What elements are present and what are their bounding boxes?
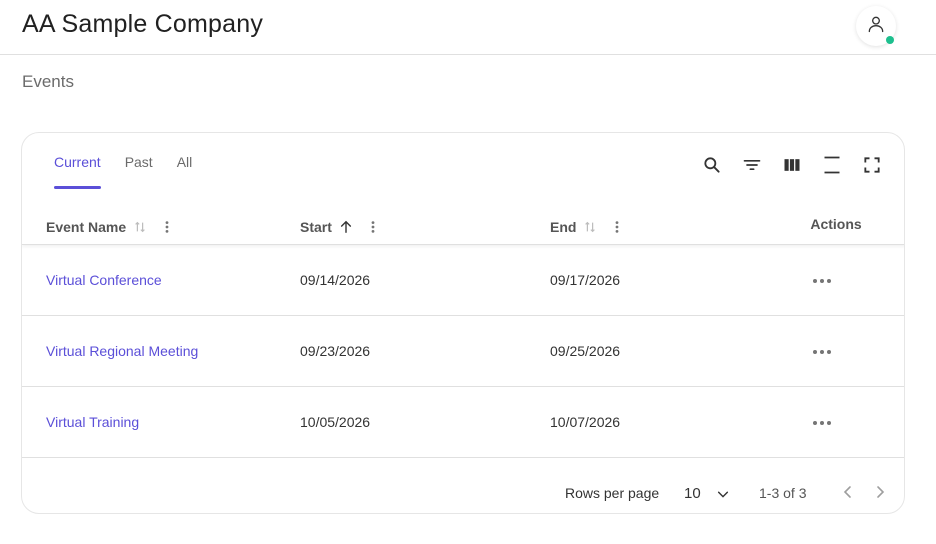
- column-header-actions: Actions: [810, 216, 862, 232]
- pagination-bar: Rows per page 10 1-3 of 3: [22, 469, 904, 513]
- search-icon[interactable]: [700, 153, 724, 177]
- column-label: Start: [300, 219, 332, 235]
- column-menu-icon[interactable]: [368, 219, 378, 235]
- more-actions-icon[interactable]: [802, 316, 842, 387]
- columns-icon[interactable]: [780, 153, 804, 177]
- events-table-card: Current Past All Event Name Start End Ac…: [21, 132, 905, 514]
- company-name: AA Sample Company: [22, 10, 264, 38]
- column-label: Event Name: [46, 219, 127, 235]
- start-date: 10/05/2026: [300, 414, 371, 430]
- tab-past[interactable]: Past: [125, 133, 153, 189]
- table-row: Virtual Regional Meeting 09/23/2026 09/2…: [22, 316, 904, 387]
- chevron-left-icon: [843, 486, 851, 498]
- previous-page-button[interactable]: [837, 481, 859, 503]
- end-date: 10/07/2026: [550, 414, 621, 430]
- column-menu-icon[interactable]: [162, 219, 172, 235]
- pagination-range: 1-3 of 3: [759, 485, 807, 501]
- next-page-button[interactable]: [869, 481, 891, 503]
- start-date: 09/14/2026: [300, 272, 371, 288]
- table-row: Virtual Training 10/05/2026 10/07/2026: [22, 387, 904, 458]
- rows-per-page-select[interactable]: 10: [684, 481, 734, 505]
- end-date: 09/25/2026: [550, 343, 621, 359]
- start-date: 09/23/2026: [300, 343, 371, 359]
- sort-ascending-icon[interactable]: [338, 219, 354, 235]
- column-label: End: [550, 219, 577, 235]
- page-title: Events: [22, 72, 74, 91]
- online-status-indicator: [886, 36, 894, 44]
- event-name-link[interactable]: Virtual Regional Meeting: [46, 316, 198, 387]
- column-header-end[interactable]: End: [550, 209, 622, 245]
- column-header-event-name[interactable]: Event Name: [46, 209, 172, 245]
- sort-icon[interactable]: [582, 219, 598, 235]
- event-name-link[interactable]: Virtual Conference: [46, 245, 162, 316]
- sort-icon[interactable]: [132, 219, 148, 235]
- tab-all[interactable]: All: [177, 133, 193, 189]
- event-name-link[interactable]: Virtual Training: [46, 387, 139, 458]
- chevron-right-icon: [877, 486, 885, 498]
- user-icon: [866, 14, 886, 39]
- table-row: Virtual Conference 09/14/2026 09/17/2026: [22, 245, 904, 316]
- top-bar: AA Sample Company: [0, 0, 936, 55]
- more-actions-icon[interactable]: [802, 245, 842, 316]
- event-tabs: Current Past All: [54, 133, 216, 189]
- density-icon[interactable]: [820, 153, 844, 177]
- table-toolbar: [684, 153, 884, 177]
- rows-per-page-value: 10: [684, 484, 701, 502]
- chevron-down-icon: [717, 491, 729, 498]
- more-actions-icon[interactable]: [802, 387, 842, 458]
- tab-current[interactable]: Current: [54, 133, 101, 189]
- table-header: Event Name Start End Actions: [22, 209, 904, 245]
- rows-per-page-label: Rows per page: [565, 485, 660, 501]
- filter-icon[interactable]: [740, 153, 764, 177]
- column-menu-icon[interactable]: [612, 219, 622, 235]
- column-header-start[interactable]: Start: [300, 209, 378, 245]
- end-date: 09/17/2026: [550, 272, 621, 288]
- fullscreen-icon[interactable]: [860, 153, 884, 177]
